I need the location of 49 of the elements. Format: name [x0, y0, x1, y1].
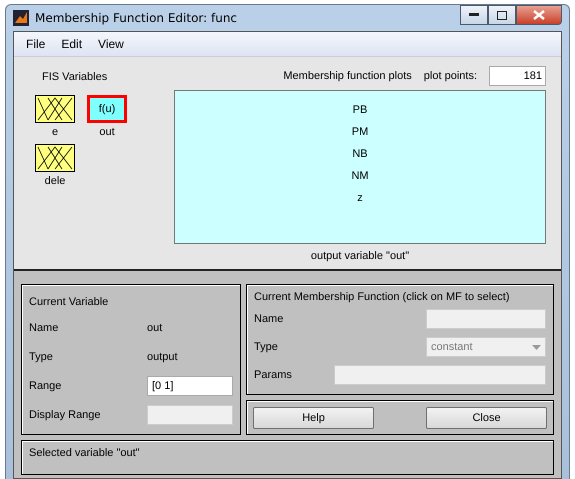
- plot-points-field[interactable]: 181: [489, 66, 546, 86]
- maximize-icon: [497, 10, 507, 20]
- field-label: Params: [254, 369, 292, 381]
- field-label: Range: [29, 380, 62, 392]
- status-text: Selected variable "out": [29, 447, 140, 459]
- variable-name: out: [99, 126, 115, 138]
- plot-title: Membership function plots: [283, 70, 412, 82]
- variable-name-value: out: [147, 322, 164, 334]
- variable-name: e: [52, 126, 58, 138]
- menu-item[interactable]: Edit: [53, 37, 90, 51]
- panel-title: Current Membership Function (click on MF to select): [254, 291, 511, 303]
- panel-title: Current Variable: [29, 296, 110, 308]
- dialog-button[interactable]: Help: [253, 406, 374, 428]
- variable-button[interactable]: [35, 144, 75, 172]
- caret-icon: [532, 344, 541, 350]
- variable-button[interactable]: f(u): [87, 95, 127, 123]
- field-label: Name: [29, 322, 60, 334]
- mf-label[interactable]: z: [357, 191, 363, 206]
- minimize-button[interactable]: [460, 5, 488, 25]
- mf-label[interactable]: NB: [352, 147, 368, 162]
- minimize-icon: [469, 13, 479, 17]
- close-icon: [533, 10, 545, 20]
- app-icon: [13, 10, 29, 26]
- variable-type-value: output: [147, 350, 179, 362]
- mf-label[interactable]: PM: [352, 125, 368, 140]
- mf-label[interactable]: NM: [351, 169, 369, 184]
- plot-caption: output variable "out": [310, 250, 410, 262]
- field-label: Type: [254, 341, 278, 353]
- maximize-button[interactable]: [488, 5, 516, 25]
- close-button[interactable]: [516, 5, 562, 25]
- field-label: Name: [254, 313, 284, 325]
- range-field[interactable]: [0 1]: [147, 376, 233, 396]
- mf-type-dropdown[interactable]: constant: [426, 337, 546, 357]
- display-range-field[interactable]: [147, 404, 233, 424]
- menu-item[interactable]: View: [90, 37, 132, 51]
- variable-name: dele: [44, 175, 66, 187]
- membership-function-icon: [36, 145, 74, 171]
- menu-item[interactable]: File: [18, 37, 54, 51]
- mf-name-field[interactable]: [426, 309, 546, 329]
- mf-params-field[interactable]: [334, 365, 546, 385]
- membership-function-icon: [36, 96, 74, 122]
- mf-label[interactable]: PB: [352, 103, 368, 118]
- field-label: Type: [29, 350, 54, 362]
- variable-button[interactable]: [35, 95, 75, 123]
- dialog-button[interactable]: Close: [426, 406, 547, 428]
- window-title: Membership Function Editor: func: [35, 11, 238, 25]
- field-label: Display Range: [29, 408, 102, 420]
- plot-points-label: plot points:: [424, 70, 477, 82]
- section-title: FIS Variables: [42, 71, 108, 83]
